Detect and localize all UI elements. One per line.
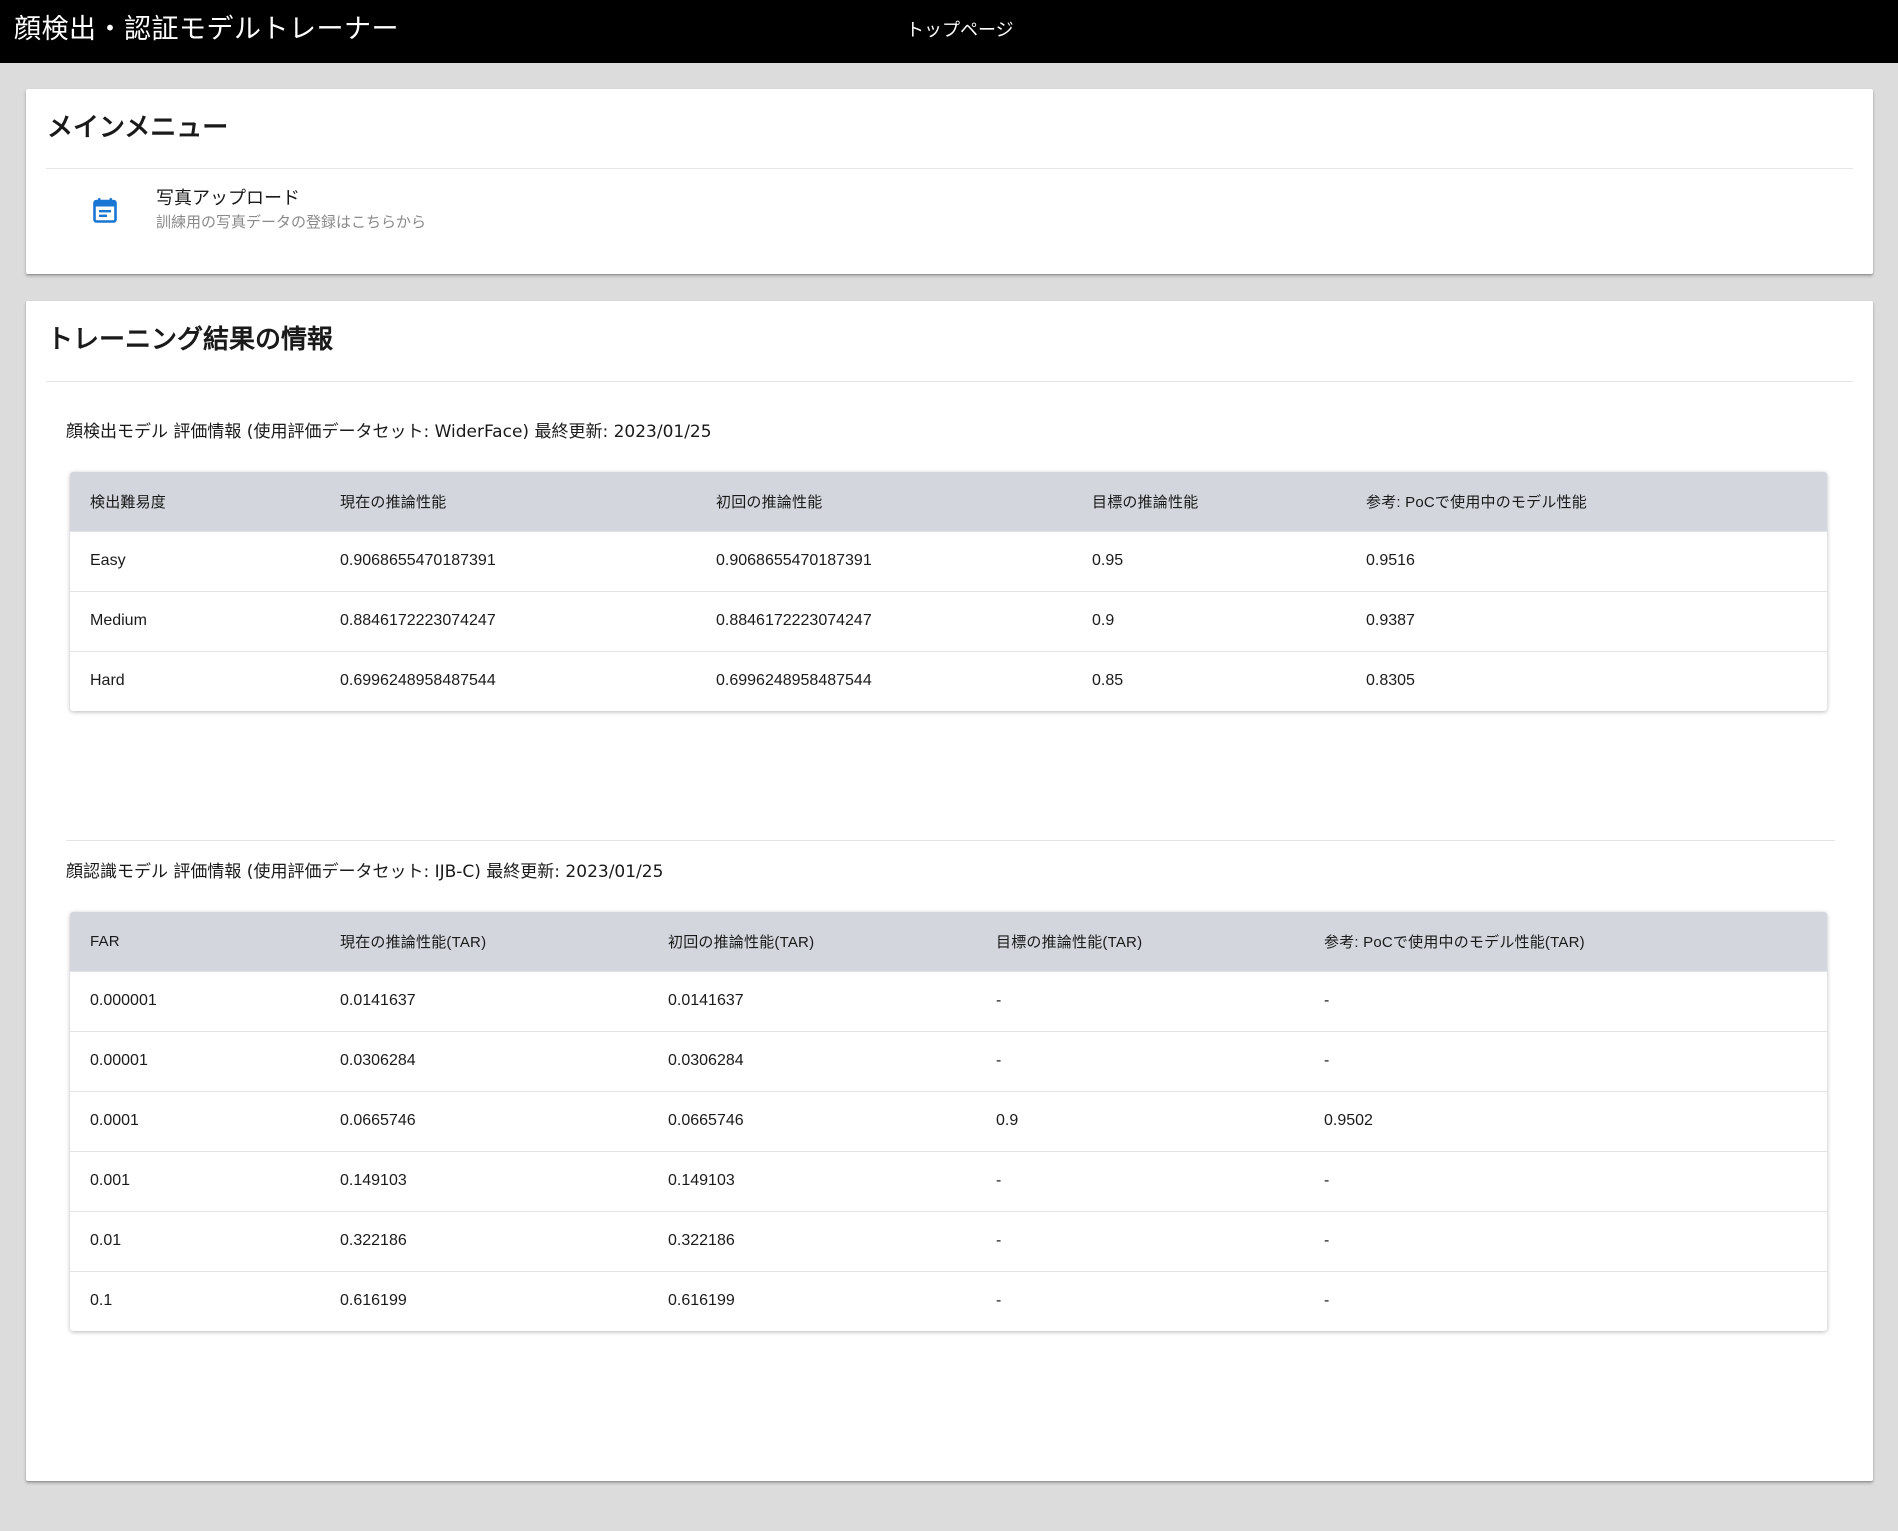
menu-item-photo-upload[interactable]: 写真アップロード 訓練用の写真データの登録はこちらから [46,169,1853,257]
table-header-row: 検出難易度 現在の推論性能 初回の推論性能 目標の推論性能 参考: PoCで使用… [70,472,1827,531]
column-header: 初回の推論性能 [716,493,823,511]
table-cell: 0.9068655470187391 [716,552,872,569]
table-cell: 0.9516 [1366,552,1415,569]
table-cell: 0.6996248958487544 [716,672,872,690]
table-cell: 0.9 [996,1112,1019,1129]
table-cell: - [996,1172,1002,1189]
column-header: 目標の推論性能(TAR) [996,933,1143,951]
recognition-table: FAR 現在の推論性能(TAR) 初回の推論性能(TAR) 目標の推論性能(TA… [70,912,1827,1331]
detection-table: 検出難易度 現在の推論性能 初回の推論性能 目標の推論性能 参考: PoCで使用… [70,472,1827,711]
column-header: 目標の推論性能 [1092,493,1199,511]
table-cell: 0.0141637 [668,992,744,1009]
table-cell: 0.9 [1092,612,1115,629]
table-cell: 0.616199 [340,1292,407,1310]
detection-section-heading: 顔検出モデル 評価情報 (使用評価データセット: WiderFace) 最終更新… [66,422,712,442]
table-row: Easy 0.9068655470187391 0.90686554701873… [70,531,1827,591]
page-name[interactable]: トップページ [906,19,1014,43]
main-menu-card: メインメニュー 写真アップロード 訓練用の写真データの登録はこちらから [26,89,1873,274]
training-results-card: トレーニング結果の情報 顔検出モデル 評価情報 (使用評価データセット: Wid… [26,301,1873,1481]
table-cell: 0.9502 [1324,1112,1373,1129]
table-cell: 0.6996248958487544 [340,672,496,690]
table-cell: 0.95 [1092,552,1124,569]
table-row: 0.00001 0.0306284 0.0306284 - - [70,1031,1827,1091]
table-cell: 0.8846172223074247 [716,612,872,629]
app-bar: 顔検出・認証モデルトレーナー トップページ [0,0,1898,63]
table-cell: - [1324,1292,1330,1310]
column-header: FAR [90,932,120,950]
table-cell: 0.0306284 [668,1052,744,1069]
table-cell: - [996,1232,1002,1249]
table-row: 0.001 0.149103 0.149103 - - [70,1151,1827,1211]
table-cell: 0.322186 [340,1232,407,1249]
table-cell: 0.9387 [1366,612,1415,629]
table-cell: 0.616199 [668,1292,735,1310]
table-cell: - [1324,1172,1330,1189]
table-cell: 0.149103 [340,1172,407,1189]
table-cell: 0.0665746 [340,1112,416,1129]
table-cell: 0.8846172223074247 [340,612,496,629]
menu-item-description: 訓練用の写真データの登録はこちらから [156,213,427,231]
recognition-section-heading: 顔認識モデル 評価情報 (使用評価データセット: IJB-C) 最終更新: 20… [66,862,664,882]
table-row: 0.01 0.322186 0.322186 - - [70,1211,1827,1271]
table-cell: 0.01 [90,1232,122,1249]
column-header: 現在の推論性能 [340,493,447,511]
table-row: 0.000001 0.0141637 0.0141637 - - [70,971,1827,1031]
column-header: 参考: PoCで使用中のモデル性能(TAR) [1324,933,1585,951]
table-cell: 0.001 [90,1172,131,1189]
table-cell: 0.0665746 [668,1112,744,1129]
table-cell: - [996,1052,1002,1069]
table-cell: Hard [90,672,125,690]
table-header-row: FAR 現在の推論性能(TAR) 初回の推論性能(TAR) 目標の推論性能(TA… [70,912,1827,971]
column-header: 現在の推論性能(TAR) [340,933,487,951]
column-header: 検出難易度 [90,493,167,511]
table-row: Hard 0.6996248958487544 0.69962489584875… [70,651,1827,711]
table-cell: Easy [90,552,126,569]
calendar-note-icon [93,197,117,223]
table-cell: 0.0001 [90,1112,139,1129]
main-menu-title: メインメニュー [47,113,229,143]
table-cell: - [1324,992,1330,1009]
table-cell: 0.0306284 [340,1052,416,1069]
table-row: Medium 0.8846172223074247 0.884617222307… [70,591,1827,651]
app-title: 顔検出・認証モデルトレーナー [14,14,399,45]
table-cell: - [1324,1052,1330,1069]
table-cell: 0.149103 [668,1172,735,1189]
table-cell: 0.322186 [668,1232,735,1249]
table-cell: 0.000001 [90,992,157,1009]
table-cell: - [996,992,1002,1009]
table-row: 0.1 0.616199 0.616199 - - [70,1271,1827,1331]
training-results-title: トレーニング結果の情報 [47,325,334,355]
table-cell: 0.8305 [1366,672,1415,690]
table-cell: 0.1 [90,1292,113,1310]
section-divider [66,840,1835,841]
table-cell: 0.9068655470187391 [340,552,496,569]
table-cell: 0.00001 [90,1052,148,1069]
column-header: 参考: PoCで使用中のモデル性能 [1366,493,1587,511]
table-cell: Medium [90,612,147,629]
table-cell: 0.0141637 [340,992,416,1009]
menu-item-label: 写真アップロード [156,188,300,209]
table-cell: 0.85 [1092,672,1124,690]
table-cell: - [996,1292,1002,1310]
table-cell: - [1324,1232,1330,1249]
table-row: 0.0001 0.0665746 0.0665746 0.9 0.9502 [70,1091,1827,1151]
divider [46,381,1853,382]
column-header: 初回の推論性能(TAR) [668,933,815,951]
